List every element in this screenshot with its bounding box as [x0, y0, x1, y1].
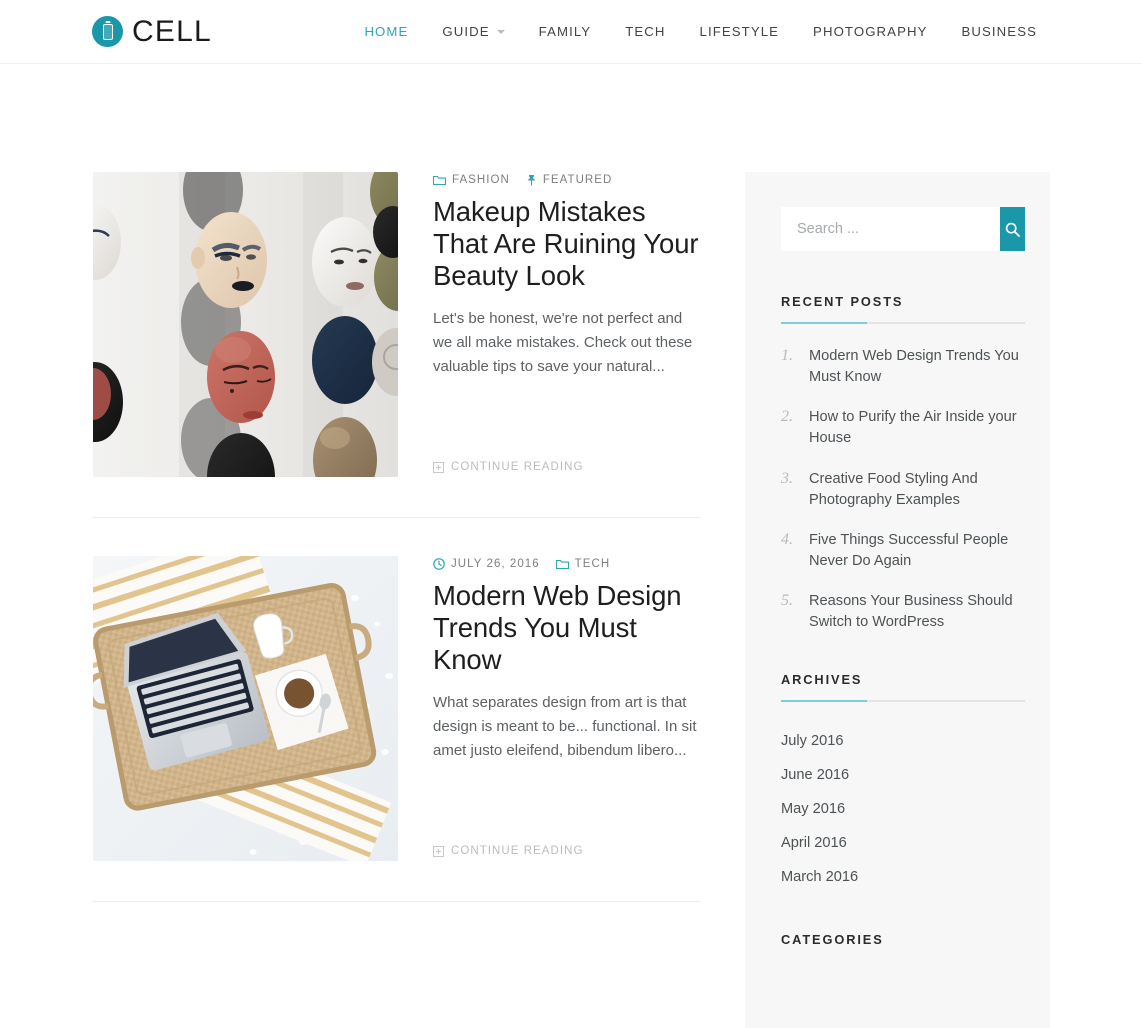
- post-list: FASHION FEATURED Makeup Mistakes That Ar…: [0, 64, 745, 902]
- post-thumbnail[interactable]: [93, 172, 398, 477]
- list-item-label: How to Purify the Air Inside your House: [809, 409, 1017, 447]
- post-divider: [93, 901, 700, 902]
- post-body: FASHION FEATURED Makeup Mistakes That Ar…: [433, 172, 700, 477]
- plus-square-icon: [433, 845, 444, 857]
- nav-item-business[interactable]: BUSINESS: [945, 24, 1055, 39]
- post-featured-badge[interactable]: FEATURED: [526, 174, 613, 186]
- post-meta: JULY 26, 2016 TECH: [433, 558, 700, 570]
- post-category[interactable]: TECH: [555, 558, 611, 570]
- list-item[interactable]: June 2016: [781, 758, 1025, 792]
- nav-item-family[interactable]: FAMILY: [522, 24, 609, 39]
- mannequin-heads-image: [93, 172, 398, 477]
- post-date[interactable]: JULY 26, 2016: [433, 558, 540, 570]
- chevron-down-icon: [496, 29, 505, 34]
- list-item[interactable]: 3. Creative Food Styling And Photography…: [781, 469, 1025, 511]
- list-item-label: Creative Food Styling And Photography Ex…: [809, 470, 978, 508]
- list-item-number: 2.: [781, 408, 793, 426]
- search-widget: [781, 207, 1025, 251]
- post-item: FASHION FEATURED Makeup Mistakes That Ar…: [93, 172, 700, 477]
- brand-logo[interactable]: CELL: [92, 16, 212, 47]
- post-body: JULY 26, 2016 TECH Modern Web Design Tre…: [433, 556, 700, 861]
- folder-icon: [555, 559, 569, 570]
- sidebar: RECENT POSTS 1. Modern Web Design Trends…: [745, 172, 1050, 1028]
- post-thumbnail[interactable]: [93, 556, 398, 861]
- post-excerpt: Let's be honest, we're not perfect and w…: [433, 309, 693, 376]
- nav-item-photography[interactable]: PHOTOGRAPHY: [796, 24, 944, 39]
- clock-icon: [433, 558, 445, 570]
- post-title[interactable]: Modern Web Design Trends You Must Know: [433, 580, 700, 677]
- recent-posts-list: 1. Modern Web Design Trends You Must Kno…: [781, 346, 1025, 634]
- post-title[interactable]: Makeup Mistakes That Are Ruining Your Be…: [433, 196, 700, 293]
- list-item-number: 5.: [781, 592, 793, 610]
- nav-item-tech[interactable]: TECH: [608, 24, 682, 39]
- brand-name: CELL: [132, 14, 212, 48]
- nav-label: FAMILY: [538, 24, 592, 39]
- list-item[interactable]: 2. How to Purify the Air Inside your Hou…: [781, 407, 1025, 449]
- widget-archives: ARCHIVES July 2016 June 2016 May 2016 Ap…: [781, 672, 1025, 894]
- list-item-number: 4.: [781, 530, 793, 548]
- list-item-number: 3.: [781, 469, 793, 487]
- post-featured-label: FEATURED: [542, 174, 613, 186]
- archives-list: July 2016 June 2016 May 2016 April 2016 …: [781, 724, 1025, 894]
- list-item[interactable]: 4. Five Things Successful People Never D…: [781, 530, 1025, 572]
- widget-rule: [781, 699, 1025, 702]
- widget-rule: [781, 322, 1025, 324]
- site-header: CELL HOME GUIDE FAMILY TECH LIFESTYLE PH…: [0, 0, 1142, 64]
- page-body: FASHION FEATURED Makeup Mistakes That Ar…: [0, 64, 1142, 1028]
- list-item-label: Reasons Your Business Should Switch to W…: [809, 593, 1013, 631]
- post-category[interactable]: FASHION: [433, 174, 510, 186]
- post-category-label: TECH: [574, 558, 611, 570]
- search-button[interactable]: [1000, 207, 1025, 251]
- folder-icon: [433, 175, 446, 186]
- post-date-label: JULY 26, 2016: [451, 558, 540, 570]
- continue-reading-label: CONTINUE READING: [451, 461, 584, 473]
- list-item[interactable]: March 2016: [781, 860, 1025, 894]
- search-icon: [1005, 222, 1020, 237]
- nav-label: HOME: [364, 24, 409, 39]
- post-excerpt: What separates design from art is that d…: [433, 693, 697, 760]
- nav-label: TECH: [625, 24, 666, 39]
- laptop-tray-image: [93, 556, 398, 861]
- post-item: JULY 26, 2016 TECH Modern Web Design Tre…: [93, 556, 700, 861]
- widget-categories: CATEGORIES: [781, 932, 1025, 960]
- nav-item-guide[interactable]: GUIDE: [425, 24, 521, 39]
- post-meta: FASHION FEATURED: [433, 174, 700, 186]
- widget-title: RECENT POSTS: [781, 294, 904, 309]
- nav-item-home[interactable]: HOME: [347, 24, 425, 39]
- list-item-number: 1.: [781, 347, 793, 364]
- pin-icon: [526, 174, 537, 186]
- list-item[interactable]: 1. Modern Web Design Trends You Must Kno…: [781, 346, 1025, 388]
- post-category-label: FASHION: [452, 174, 510, 186]
- continue-reading-link[interactable]: CONTINUE READING: [433, 461, 700, 477]
- list-item[interactable]: July 2016: [781, 724, 1025, 758]
- list-item-label: Five Things Successful People Never Do A…: [809, 531, 1009, 570]
- widget-recent-posts: RECENT POSTS 1. Modern Web Design Trends…: [781, 294, 1025, 634]
- search-input[interactable]: [781, 207, 1000, 251]
- nav-item-lifestyle[interactable]: LIFESTYLE: [683, 24, 797, 39]
- nav-label: PHOTOGRAPHY: [813, 24, 928, 39]
- nav-label: LIFESTYLE: [699, 24, 780, 39]
- post-divider: [93, 517, 700, 518]
- continue-reading-label: CONTINUE READING: [451, 845, 584, 857]
- list-item[interactable]: 5. Reasons Your Business Should Switch t…: [781, 591, 1025, 633]
- widget-title: ARCHIVES: [781, 671, 863, 687]
- plus-square-icon: [433, 461, 444, 473]
- nav-label: GUIDE: [442, 24, 490, 39]
- nav-label: BUSINESS: [961, 24, 1037, 39]
- main-navigation: HOME GUIDE FAMILY TECH LIFESTYLE PHOTOGR…: [347, 24, 1054, 39]
- list-item-label: Modern Web Design Trends You Must Know: [809, 348, 1019, 386]
- sidebar-column: RECENT POSTS 1. Modern Web Design Trends…: [745, 64, 1142, 1028]
- battery-cell-icon: [92, 16, 123, 47]
- list-item[interactable]: May 2016: [781, 792, 1025, 826]
- continue-reading-link[interactable]: CONTINUE READING: [433, 845, 700, 861]
- widget-title: CATEGORIES: [781, 931, 884, 947]
- list-item[interactable]: April 2016: [781, 826, 1025, 860]
